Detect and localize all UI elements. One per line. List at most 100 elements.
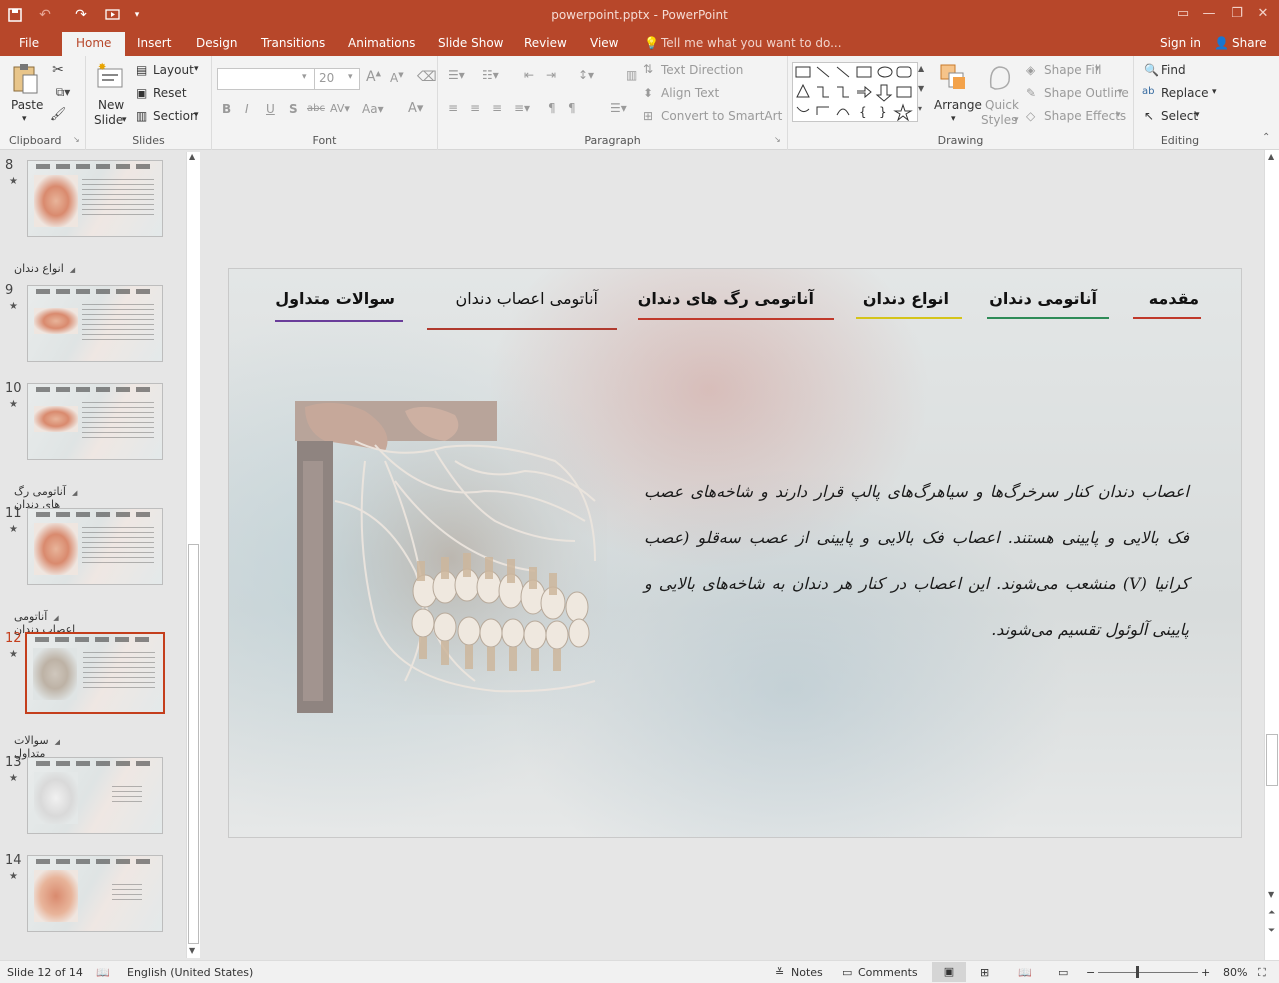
slide-12[interactable]: مقدمه آناتومی دندان انواع دندان آناتومی … xyxy=(228,268,1242,838)
align-text-button[interactable]: Align Text xyxy=(661,86,719,100)
slide-thumbnail-10[interactable] xyxy=(27,383,163,460)
change-case-icon[interactable]: Aa▾ xyxy=(362,102,384,116)
shapes-scroll-down-icon[interactable]: ▼ xyxy=(918,84,924,93)
shape-fill-dropdown-icon[interactable]: ▾ xyxy=(1095,64,1100,74)
scroll-thumb[interactable] xyxy=(1266,734,1278,786)
reset-button[interactable]: Reset xyxy=(153,86,187,100)
underline-icon[interactable]: U xyxy=(266,102,275,116)
tab-insert[interactable]: Insert xyxy=(137,36,171,50)
clear-formatting-icon[interactable]: ⌫ xyxy=(417,69,437,85)
paste-icon[interactable] xyxy=(10,62,40,96)
new-slide-dropdown-icon[interactable]: ▾ xyxy=(122,115,127,125)
decrease-font-icon[interactable]: A▼ xyxy=(390,71,404,85)
align-right-icon[interactable]: ≡ xyxy=(492,101,502,115)
slide-scrollbar[interactable]: ▲ ▼ ⏶ ⏷ xyxy=(1264,150,1279,960)
tab-review[interactable]: Review xyxy=(524,36,567,50)
arrange-dropdown-icon[interactable]: ▾ xyxy=(951,114,956,124)
format-painter-icon[interactable]: 🖌 xyxy=(50,106,67,122)
bullets-icon[interactable]: ☰▾ xyxy=(448,68,465,82)
section-dropdown-icon[interactable]: ▾ xyxy=(194,110,199,120)
rtl-icon[interactable]: ¶ xyxy=(548,101,556,115)
quick-styles-button-line2[interactable]: Styles xyxy=(981,113,1017,127)
collapse-ribbon-icon[interactable]: ⌃ xyxy=(1262,132,1270,143)
shapes-more-icon[interactable]: ▾ xyxy=(918,104,922,113)
comments-button[interactable]: Comments xyxy=(858,966,918,979)
zoom-slider-thumb[interactable] xyxy=(1136,966,1139,978)
thumbnail-scrollbar[interactable]: ▲ ▼ xyxy=(186,152,200,958)
slide-thumbnail-13[interactable] xyxy=(27,757,163,834)
scroll-down-icon[interactable]: ▼ xyxy=(189,946,195,955)
minimize-icon[interactable]: — xyxy=(1196,2,1222,24)
paragraph-launcher-icon[interactable]: ↘ xyxy=(774,135,781,144)
section-header[interactable]: انواع دندان xyxy=(14,262,84,275)
ltr-icon[interactable]: ¶ xyxy=(568,101,576,115)
new-slide-icon[interactable]: ✸ xyxy=(95,60,125,92)
new-slide-button[interactable]: New xyxy=(98,98,124,112)
arrange-button[interactable]: Arrange xyxy=(934,98,982,112)
text-direction-button[interactable]: Text Direction xyxy=(661,63,743,77)
nerve-illustration[interactable] xyxy=(295,401,607,715)
nav-tooth-types[interactable]: انواع دندان xyxy=(863,289,949,308)
increase-indent-icon[interactable]: ⇥ xyxy=(546,68,556,82)
slide-sorter-icon[interactable]: ⊞ xyxy=(980,966,989,979)
justify-icon[interactable]: ≡▾ xyxy=(514,101,530,115)
nav-vessel-anatomy[interactable]: آناتومی رگ های دندان xyxy=(638,289,814,308)
numbering-icon[interactable]: ☷▾ xyxy=(482,68,499,82)
tab-animations[interactable]: Animations xyxy=(348,36,415,50)
zoom-in-icon[interactable]: + xyxy=(1201,966,1210,979)
tab-design[interactable]: Design xyxy=(196,36,237,50)
tab-home[interactable]: Home xyxy=(62,32,126,56)
arrange-icon[interactable] xyxy=(938,62,968,94)
replace-button[interactable]: Replace xyxy=(1161,86,1208,100)
nav-faq[interactable]: سوالات متداول xyxy=(275,289,395,308)
restore-icon[interactable]: ❐ xyxy=(1224,2,1250,24)
sign-in-link[interactable]: Sign in xyxy=(1160,36,1201,50)
align-left-icon[interactable]: ≡ xyxy=(448,101,458,115)
copy-icon[interactable]: ⧉▾ xyxy=(50,84,76,100)
section-button[interactable]: Section xyxy=(153,109,198,123)
slideshow-icon[interactable]: ▭ xyxy=(1058,966,1068,979)
new-slide-button-line2[interactable]: Slide xyxy=(94,113,123,127)
align-center-icon[interactable]: ≡ xyxy=(470,101,480,115)
font-name-dropdown-icon[interactable]: ▾ xyxy=(302,72,307,82)
clipboard-launcher-icon[interactable]: ↘ xyxy=(73,135,80,144)
shape-effects-button[interactable]: Shape Effects xyxy=(1044,109,1126,123)
paste-dropdown-icon[interactable]: ▾ xyxy=(22,114,27,124)
zoom-out-icon[interactable]: − xyxy=(1086,966,1095,979)
tab-view[interactable]: View xyxy=(590,36,618,50)
layout-button[interactable]: Layout xyxy=(153,63,194,77)
scroll-thumb[interactable] xyxy=(188,544,199,944)
columns-icon[interactable]: ▥ xyxy=(626,68,637,82)
tab-file[interactable]: File xyxy=(19,36,39,50)
slide-thumbnail-11[interactable] xyxy=(27,508,163,585)
font-color-icon[interactable]: A▾ xyxy=(408,101,423,116)
tab-slide-show[interactable]: Slide Show xyxy=(438,36,503,50)
scroll-up-icon[interactable]: ▲ xyxy=(1268,152,1274,161)
shapes-gallery[interactable]: {} xyxy=(792,62,918,122)
shape-outline-dropdown-icon[interactable]: ▾ xyxy=(1118,87,1123,97)
nav-nerve-anatomy[interactable]: آناتومی اعصاب دندان xyxy=(455,289,598,308)
scroll-down-icon[interactable]: ▼ xyxy=(1268,890,1274,899)
normal-view-icon[interactable]: ▣ xyxy=(932,962,966,982)
nav-introduction[interactable]: مقدمه xyxy=(1149,289,1199,308)
line-spacing-icon[interactable]: ↕▾ xyxy=(578,68,594,82)
previous-slide-icon[interactable]: ⏶ xyxy=(1268,908,1275,918)
increase-font-icon[interactable]: A▲ xyxy=(366,69,381,85)
spell-check-icon[interactable]: 📖 xyxy=(96,966,110,979)
slide-thumbnail-8[interactable] xyxy=(27,160,163,237)
find-button[interactable]: Find xyxy=(1161,63,1186,77)
shadow-icon[interactable]: S xyxy=(289,102,298,116)
column-settings-icon[interactable]: ☰▾ xyxy=(610,101,627,115)
cut-icon[interactable]: ✂ xyxy=(50,62,66,78)
slide-thumbnail-9[interactable] xyxy=(27,285,163,362)
next-slide-icon[interactable]: ⏷ xyxy=(1268,926,1275,936)
italic-icon[interactable]: I xyxy=(245,102,249,116)
convert-smartart-button[interactable]: Convert to SmartArt xyxy=(661,109,782,123)
notes-button[interactable]: Notes xyxy=(791,966,823,979)
fit-to-window-icon[interactable]: ⛶ xyxy=(1258,966,1266,980)
select-button[interactable]: Select xyxy=(1161,109,1198,123)
tell-me-box[interactable]: Tell me what you want to do... xyxy=(661,36,842,50)
shape-fill-button[interactable]: Shape Fill xyxy=(1044,63,1101,77)
select-dropdown-icon[interactable]: ▾ xyxy=(1195,110,1200,120)
quick-styles-button[interactable]: Quick xyxy=(985,98,1019,112)
